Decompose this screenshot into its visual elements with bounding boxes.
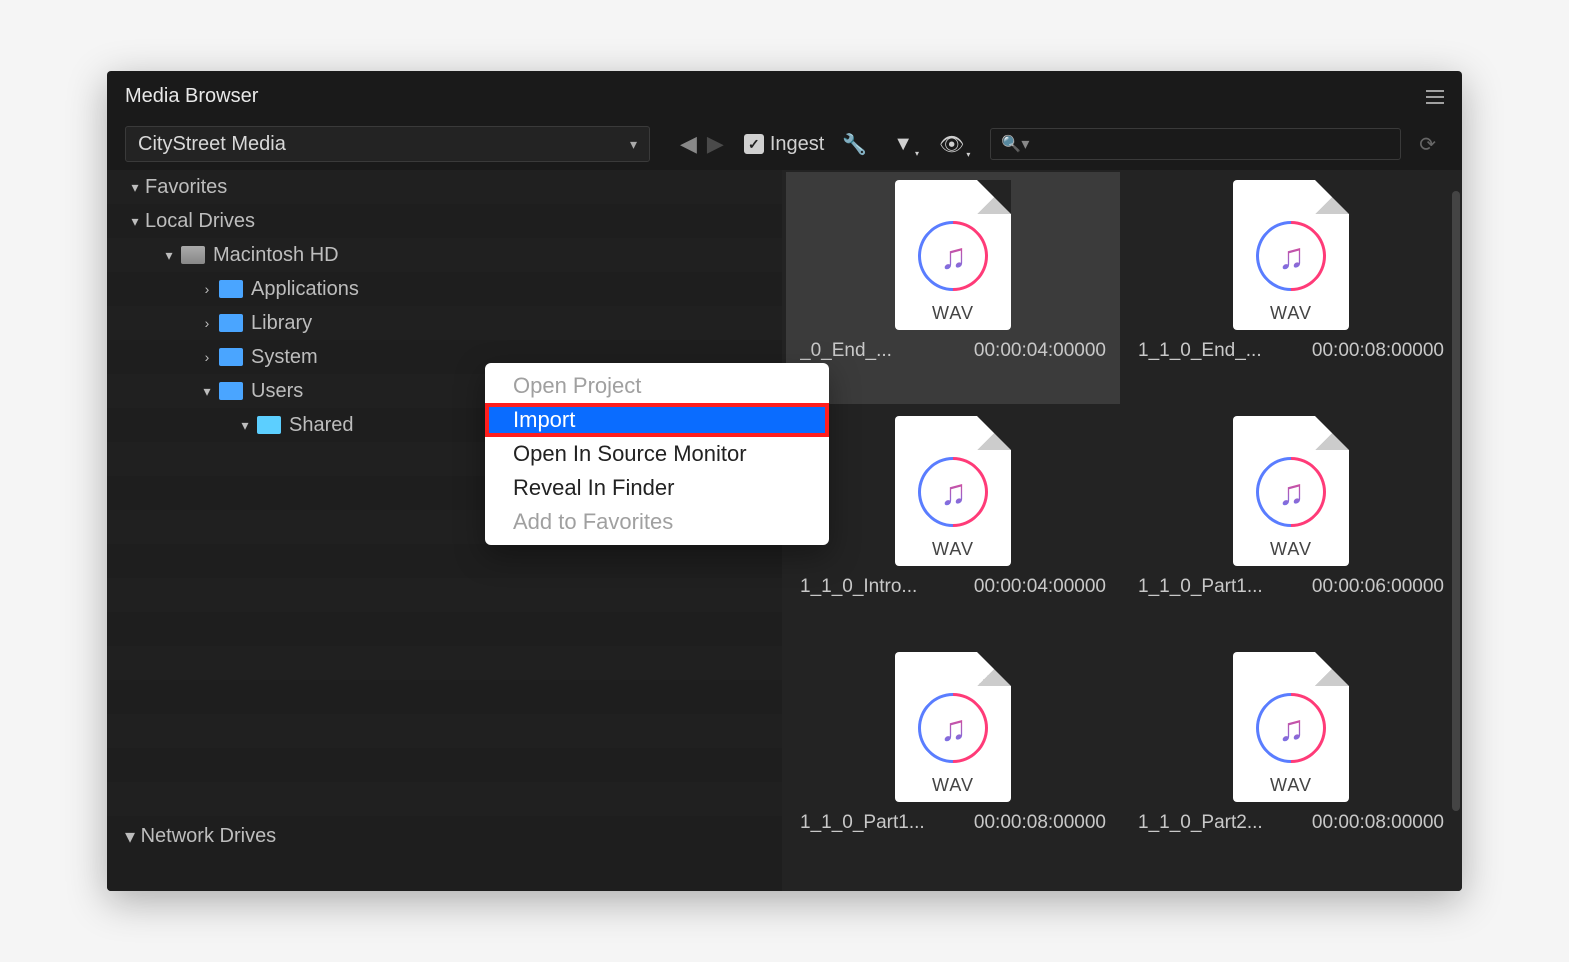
wav-file-icon: ♫ WAV <box>895 652 1011 802</box>
context-open-project: Open Project <box>485 369 829 403</box>
tree-label: Macintosh HD <box>213 244 339 267</box>
tree-favorites[interactable]: ▾ Favorites <box>107 170 782 204</box>
file-duration: 00:00:08:00000 <box>1312 812 1444 834</box>
wav-file-icon: ♫ WAV <box>1233 180 1349 330</box>
file-thumb[interactable]: ♫ WAV 1_1_0_Part2... 00:00:08:00000 <box>1124 644 1458 876</box>
file-name: 1_1_0_End_... <box>1138 340 1262 362</box>
refresh-icon[interactable]: ⟳ <box>1411 132 1444 157</box>
nav-arrows: ◀ ▶ <box>680 131 724 157</box>
tree-label: Users <box>251 380 303 403</box>
drive-icon <box>181 246 205 264</box>
chevron-down-icon[interactable]: ▾ <box>159 247 179 264</box>
context-import[interactable]: Import <box>485 403 829 437</box>
file-name: 1_1_0_Intro... <box>800 576 917 598</box>
file-duration: 00:00:04:00000 <box>974 576 1106 598</box>
chevron-down-icon[interactable]: ▾ <box>125 179 145 196</box>
file-duration: 00:00:06:00000 <box>1312 576 1444 598</box>
context-add-to-favorites: Add to Favorites <box>485 505 829 539</box>
panel-title: Media Browser <box>125 85 258 108</box>
file-type-label: WAV <box>1270 303 1312 324</box>
file-duration: 00:00:08:00000 <box>1312 340 1444 362</box>
media-source-dropdown[interactable]: CityStreet Media ▾ <box>125 126 650 162</box>
nav-forward-icon[interactable]: ▶ <box>707 131 724 157</box>
file-type-label: WAV <box>932 775 974 796</box>
file-thumb[interactable]: ♫ WAV 1_1_0_Part1... 00:00:08:00000 <box>786 644 1120 876</box>
file-name: 1_1_0_Part1... <box>1138 576 1263 598</box>
file-thumb[interactable]: ♫ WAV _0_End_... 00:00:04:00000 <box>786 172 1120 404</box>
ingest-label: Ingest <box>770 133 824 156</box>
file-duration: 00:00:08:00000 <box>974 812 1106 834</box>
context-open-in-source-monitor[interactable]: Open In Source Monitor <box>485 437 829 471</box>
music-note-icon: ♫ <box>1242 443 1341 542</box>
file-type-label: WAV <box>932 539 974 560</box>
chevron-down-icon[interactable]: ▾ <box>235 417 255 434</box>
wav-file-icon: ♫ WAV <box>1233 652 1349 802</box>
chevron-down-icon[interactable]: ▾ <box>125 213 145 230</box>
file-thumb[interactable]: ♫ WAV 1_1_0_End_... 00:00:08:00000 <box>1124 172 1458 404</box>
tree-label: Applications <box>251 278 359 301</box>
ingest-checkbox-icon[interactable]: ✓ <box>744 134 764 154</box>
folder-icon <box>219 280 243 298</box>
wav-file-icon: ♫ WAV <box>1233 416 1349 566</box>
chevron-down-icon[interactable]: ▾ <box>125 824 135 849</box>
tree-label: Shared <box>289 414 354 437</box>
tree-applications[interactable]: › Applications <box>107 272 782 306</box>
nav-back-icon[interactable]: ◀ <box>680 131 697 157</box>
panel-menu-icon[interactable] <box>1426 90 1444 104</box>
content-grid: ♫ WAV _0_End_... 00:00:04:00000 ♫ WAV 1_… <box>782 170 1462 891</box>
file-name: 1_1_0_Part1... <box>800 812 925 834</box>
file-type-label: WAV <box>1270 539 1312 560</box>
folder-icon <box>257 416 281 434</box>
search-icon: 🔍▾ <box>1001 134 1029 154</box>
titlebar: Media Browser <box>107 71 1462 122</box>
scrollbar[interactable] <box>1452 191 1460 811</box>
tree-label: Local Drives <box>145 210 255 233</box>
tree-library[interactable]: › Library <box>107 306 782 340</box>
file-thumb[interactable]: ♫ WAV 1_1_0_Part1... 00:00:06:00000 <box>1124 408 1458 640</box>
tree-label: Network Drives <box>141 825 277 848</box>
tree-label: Library <box>251 312 312 335</box>
media-browser-panel: Media Browser CityStreet Media ▾ ◀ ▶ ✓ I… <box>107 71 1462 891</box>
tree-macintosh-hd[interactable]: ▾ Macintosh HD <box>107 238 782 272</box>
tree-label: Favorites <box>145 176 227 199</box>
file-name: _0_End_... <box>800 340 892 362</box>
file-duration: 00:00:04:00000 <box>974 340 1106 362</box>
file-thumb[interactable]: ♫ WAV 1_1_0_Intro... 00:00:04:00000 <box>786 408 1120 640</box>
tree-local-drives[interactable]: ▾ Local Drives <box>107 204 782 238</box>
ingest-toggle[interactable]: ✓ Ingest <box>744 133 824 156</box>
context-menu: Open Project Import Open In Source Monit… <box>485 363 829 545</box>
eye-icon[interactable]: 👁▾ <box>931 132 972 157</box>
file-name: 1_1_0_Part2... <box>1138 812 1263 834</box>
chevron-right-icon[interactable]: › <box>197 349 217 365</box>
wav-file-icon: ♫ WAV <box>895 180 1011 330</box>
music-note-icon: ♫ <box>904 679 1003 778</box>
dropdown-label: CityStreet Media <box>138 133 286 156</box>
music-note-icon: ♫ <box>1242 207 1341 306</box>
wav-file-icon: ♫ WAV <box>895 416 1011 566</box>
music-note-icon: ♫ <box>904 207 1003 306</box>
chevron-right-icon[interactable]: › <box>197 315 217 331</box>
tree-network-drives[interactable]: ▾ Network Drives <box>107 816 782 856</box>
folder-icon <box>219 314 243 332</box>
chevron-right-icon[interactable]: › <box>197 281 217 297</box>
context-reveal-in-finder[interactable]: Reveal In Finder <box>485 471 829 505</box>
folder-icon <box>219 382 243 400</box>
search-input[interactable]: 🔍▾ <box>990 128 1401 160</box>
music-note-icon: ♫ <box>1242 679 1341 778</box>
chevron-down-icon[interactable]: ▾ <box>197 383 217 400</box>
file-type-label: WAV <box>1270 775 1312 796</box>
file-type-label: WAV <box>932 303 974 324</box>
filter-icon[interactable]: ▼▾ <box>885 133 921 156</box>
music-note-icon: ♫ <box>904 443 1003 542</box>
tree-label: System <box>251 346 318 369</box>
folder-icon <box>219 348 243 366</box>
toolbar: CityStreet Media ▾ ◀ ▶ ✓ Ingest 🔧 ▼▾ 👁▾ … <box>107 122 1462 170</box>
chevron-down-icon: ▾ <box>630 136 637 153</box>
wrench-icon[interactable]: 🔧 <box>834 132 875 157</box>
